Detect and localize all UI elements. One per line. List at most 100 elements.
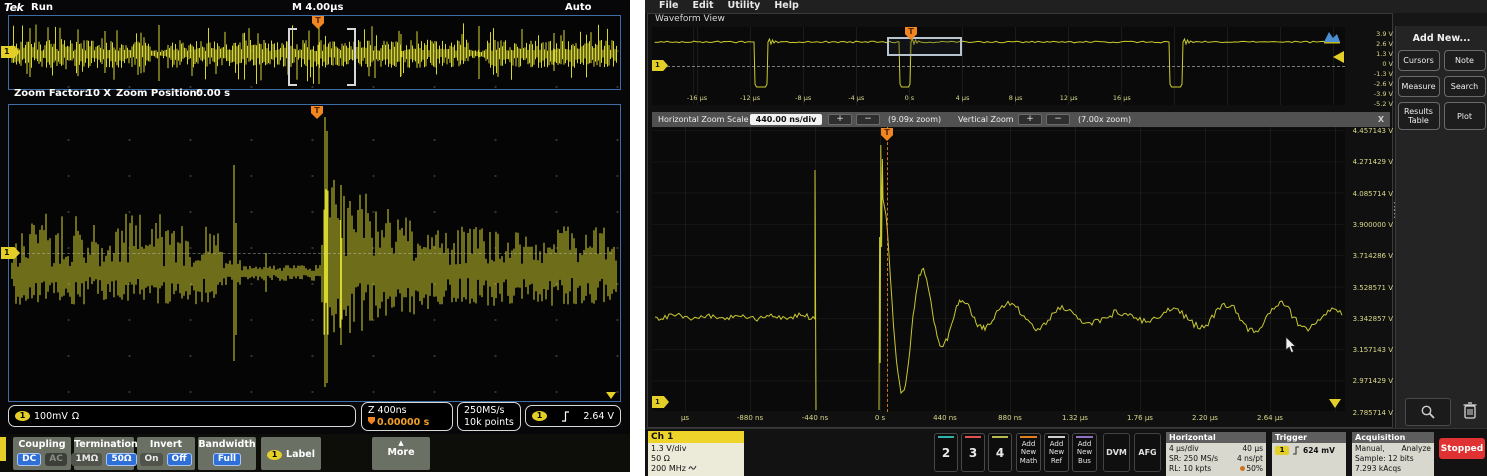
left-status-bar: Tek Run M 4.00μs Auto: [0, 0, 630, 15]
main-x-tick: 2.64 μs: [1248, 414, 1292, 422]
sidebar-measure-button[interactable]: Measure: [1398, 76, 1440, 97]
label-button[interactable]: 1 Label: [261, 437, 321, 470]
h-position: 50%: [1240, 464, 1263, 474]
timebase-readout: M 4.00μs: [292, 2, 343, 13]
overview-y-tick: -1.3 V: [1347, 70, 1393, 78]
sidebar-search-button[interactable]: Search: [1444, 76, 1486, 97]
trigger-readout[interactable]: 1 2.64 V: [525, 405, 621, 427]
coupling-button[interactable]: Coupling DC AC: [13, 437, 71, 470]
delete-button[interactable]: [1457, 396, 1483, 424]
channel-3-button[interactable]: 3: [961, 433, 985, 472]
zoom-bracket-right[interactable]: [347, 28, 356, 86]
coupling-ac-option[interactable]: AC: [45, 453, 67, 466]
bandwidth-full-option[interactable]: Full: [213, 453, 241, 466]
bandwidth-title: Bandwidth: [198, 439, 255, 450]
close-zoom-button[interactable]: X: [1378, 115, 1384, 124]
overview-x-tick: 0 s: [887, 94, 931, 102]
overview-y-tick: 2.6 V: [1347, 40, 1393, 48]
acq-count: 7.293 kAcqs: [1355, 464, 1431, 474]
hzoom-increase-button[interactable]: +: [828, 114, 852, 125]
main-y-tick: 3.714286 V: [1337, 252, 1393, 260]
overview-y-tick: -2.6 V: [1347, 80, 1393, 88]
invert-off-option[interactable]: Off: [167, 453, 192, 466]
overview-window: [8, 15, 621, 90]
ch1-bandwidth: 200 MHz: [651, 464, 741, 474]
main-x-tick: -880 ns: [728, 414, 772, 422]
application-menu-bar: File Edit Utility Help: [645, 0, 1487, 13]
sidebar-results-table-button[interactable]: Results Table: [1398, 102, 1440, 130]
ch4-color-stripe: [992, 436, 1008, 438]
channel-4-button[interactable]: 4: [988, 433, 1012, 472]
vertical-zoom-label: Vertical Zoom: [958, 115, 1014, 124]
termination-50-option[interactable]: 50Ω: [106, 453, 136, 466]
view-title: Waveform View: [655, 14, 725, 24]
zoom-tool-button[interactable]: [1405, 398, 1451, 426]
delay-readout: 0.00000 s: [368, 417, 446, 429]
main-x-tick: 1.32 μs: [1053, 414, 1097, 422]
main-y-tick: 2.971429 V: [1337, 377, 1393, 385]
termination-1m-option[interactable]: 1MΩ: [71, 453, 102, 466]
bandwidth-button[interactable]: Bandwidth Full: [198, 437, 256, 470]
overview-x-tick: -8 μs: [781, 94, 825, 102]
zoom-position-label: Zoom Position:: [116, 88, 201, 99]
menu-file[interactable]: File: [659, 0, 678, 11]
add-new-bus-button[interactable]: Add New Bus: [1072, 433, 1097, 472]
h-resolution: 4 ns/pt: [1237, 454, 1263, 464]
channel-2-button[interactable]: 2: [934, 433, 958, 472]
overview-x-tick: 4 μs: [941, 94, 985, 102]
overview-x-tick: 12 μs: [1047, 94, 1091, 102]
zoom-timebase-readout[interactable]: Z 400ns 0.00000 s: [361, 402, 453, 431]
vzoom-decrease-button[interactable]: −: [1046, 114, 1070, 125]
channel-1-badge-card[interactable]: Ch 1 1.3 V/div 50 Ω 200 MHz: [648, 431, 744, 475]
afg-button[interactable]: AFG: [1134, 433, 1161, 472]
zoom-position-value: 0.00 s: [196, 88, 230, 99]
record-length: 10k points: [464, 417, 514, 429]
menu-help[interactable]: Help: [774, 0, 798, 11]
invert-on-option[interactable]: On: [140, 453, 162, 466]
more-button[interactable]: ▲ More: [372, 437, 430, 470]
acq-mode: Manual,: [1355, 444, 1385, 454]
more-text: More: [387, 447, 414, 458]
sidebar-cursors-button[interactable]: Cursors: [1398, 50, 1440, 71]
label-text: Label: [286, 449, 315, 460]
channel-1-menu-tab: [0, 437, 6, 461]
main-x-tick: 440 ns: [923, 414, 967, 422]
menu-utility[interactable]: Utility: [728, 0, 761, 11]
add-new-math-button[interactable]: Add New Math: [1016, 433, 1041, 472]
termination-button[interactable]: Termination 1MΩ 50Ω: [74, 437, 134, 470]
hzoom-decrease-button[interactable]: −: [856, 114, 880, 125]
horizontal-zoom-scale-label: Horizontal Zoom Scale: [658, 115, 749, 124]
main-y-tick: 4.271429 V: [1337, 158, 1393, 166]
add-new-ref-button[interactable]: Add New Ref: [1044, 433, 1069, 472]
trigger-panel[interactable]: Trigger 1 624 mV: [1272, 432, 1346, 476]
channel-readout[interactable]: 1 100mV Ω: [8, 405, 356, 427]
trigger-level-arrow-icon[interactable]: [1333, 51, 1344, 63]
horizontal-zoom-scale-value[interactable]: 440.00 ns/div: [750, 114, 822, 125]
ch1-header: Ch 1: [648, 431, 744, 443]
vzoom-increase-button[interactable]: +: [1018, 114, 1042, 125]
menu-edit[interactable]: Edit: [692, 0, 713, 11]
main-y-tick: 3.342857 V: [1337, 315, 1393, 323]
main-y-tick: 3.528571 V: [1337, 284, 1393, 292]
acquisition-readout[interactable]: 250MS/s 10k points: [457, 402, 521, 431]
acquisition-panel[interactable]: Acquisition Manual,Analyze Sample: 12 bi…: [1352, 432, 1434, 476]
overview-preview-icon[interactable]: [1322, 29, 1342, 44]
acq-analyze: Analyze: [1401, 444, 1431, 454]
impedance-symbol: Ω: [72, 411, 79, 422]
sidebar-plot-button[interactable]: Plot: [1444, 102, 1486, 130]
zoom-factor-value: 10 X: [86, 88, 111, 99]
dvm-button[interactable]: DVM: [1103, 433, 1130, 472]
coupling-dc-option[interactable]: DC: [17, 453, 41, 466]
stopped-button[interactable]: Stopped: [1439, 438, 1485, 459]
sidebar-note-button[interactable]: Note: [1444, 50, 1486, 71]
zoom-bracket-left[interactable]: [288, 28, 297, 86]
termination-title: Termination: [74, 439, 138, 450]
main-y-tick: 3.157143 V: [1337, 346, 1393, 354]
h-scale: 4 μs/div: [1169, 444, 1199, 454]
invert-button[interactable]: Invert On Off: [137, 437, 195, 470]
main-y-tick: 4.085714 V: [1337, 190, 1393, 198]
zoom-region-box[interactable]: [887, 37, 962, 56]
trigger-level-arrow-icon: [1329, 399, 1341, 408]
main-y-tick: 3.900000 V: [1337, 221, 1393, 229]
horizontal-panel[interactable]: Horizontal 4 μs/div40 μs SR: 250 MS/s4 n…: [1166, 432, 1266, 476]
